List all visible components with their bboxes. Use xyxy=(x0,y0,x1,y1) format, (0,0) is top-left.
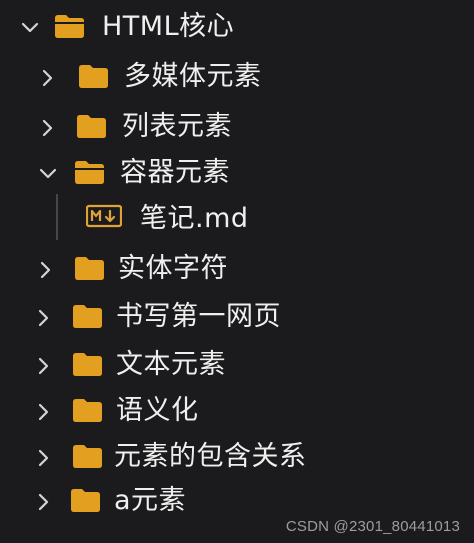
tree-item-notes-md[interactable]: 笔记.md xyxy=(0,196,474,244)
chevron-right-icon[interactable] xyxy=(32,446,56,470)
chevron-right-icon[interactable] xyxy=(32,354,56,378)
tree-item-label: HTML核心 xyxy=(102,11,235,42)
tree-item-element-nesting[interactable]: 元素的包含关系 xyxy=(0,434,474,482)
markdown-file-icon xyxy=(85,204,123,228)
tree-item-text-elements[interactable]: 文本元素 xyxy=(0,342,474,390)
tree-item-label: 语义化 xyxy=(116,395,199,426)
chevron-right-icon[interactable] xyxy=(32,490,56,514)
tree-item-multimedia[interactable]: 多媒体元素 xyxy=(0,54,474,102)
folder-icon xyxy=(69,486,103,514)
chevron-down-icon[interactable] xyxy=(36,162,60,186)
folder-open-icon xyxy=(73,158,107,186)
tree-item-label: 实体字符 xyxy=(118,253,228,284)
folder-open-icon xyxy=(53,12,87,40)
chevron-right-icon[interactable] xyxy=(32,306,56,330)
file-explorer-tree: HTML核心 多媒体元素 列表元素 容器元素 笔记.md 实体字符 书写第一网页… xyxy=(0,0,474,543)
tree-item-container-elements[interactable]: 容器元素 xyxy=(0,150,474,198)
chevron-right-icon[interactable] xyxy=(32,400,56,424)
chevron-right-icon[interactable] xyxy=(36,66,60,90)
folder-icon xyxy=(77,62,111,90)
chevron-right-icon[interactable] xyxy=(36,116,60,140)
folder-icon xyxy=(73,254,107,282)
tree-item-label: a元素 xyxy=(114,485,187,516)
tree-item-label: 笔记.md xyxy=(140,203,249,234)
chevron-down-icon[interactable] xyxy=(18,16,42,40)
tree-item-first-page[interactable]: 书写第一网页 xyxy=(0,294,474,342)
tree-item-label: 书写第一网页 xyxy=(116,301,281,332)
chevron-right-icon[interactable] xyxy=(34,258,58,282)
folder-icon xyxy=(71,396,105,424)
tree-item-list-elements[interactable]: 列表元素 xyxy=(0,104,474,152)
tree-item-label: 文本元素 xyxy=(116,349,226,380)
tree-item-label: 多媒体元素 xyxy=(124,61,262,92)
tree-item-html-core[interactable]: HTML核心 xyxy=(0,4,474,52)
folder-icon xyxy=(71,350,105,378)
watermark: CSDN @2301_80441013 xyxy=(285,518,460,535)
folder-icon xyxy=(71,302,105,330)
tree-item-entity-chars[interactable]: 实体字符 xyxy=(0,246,474,294)
folder-icon xyxy=(71,442,105,470)
tree-item-label: 列表元素 xyxy=(122,111,232,142)
tree-item-label: 元素的包含关系 xyxy=(114,441,307,472)
folder-icon xyxy=(75,112,109,140)
tree-item-label: 容器元素 xyxy=(120,157,230,188)
tree-item-semantics[interactable]: 语义化 xyxy=(0,388,474,436)
